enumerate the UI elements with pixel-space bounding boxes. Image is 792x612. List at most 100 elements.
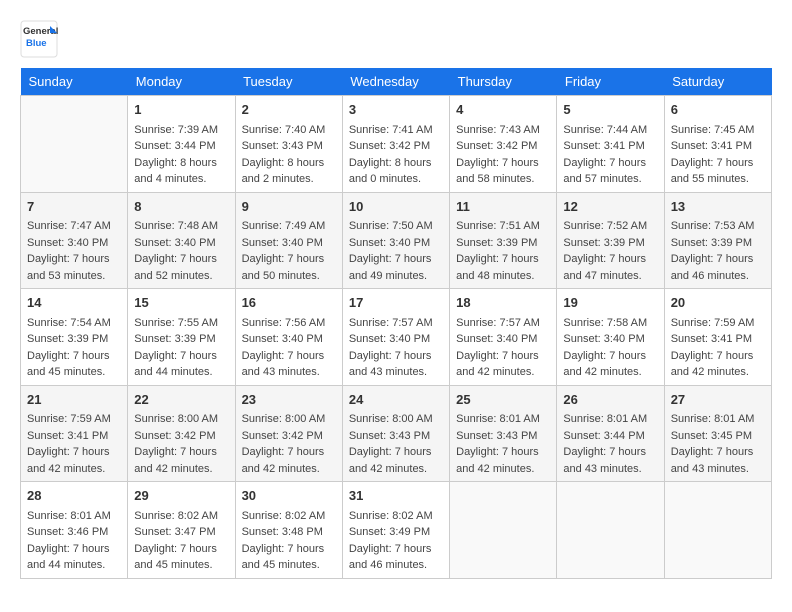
day-number: 10 <box>349 197 443 217</box>
sunrise-text: Sunrise: 7:56 AM <box>242 315 336 332</box>
sunset-text: Sunset: 3:41 PM <box>671 331 765 348</box>
daylight-text: Daylight: 7 hours and 48 minutes. <box>456 251 550 284</box>
day-number: 15 <box>134 293 228 313</box>
logo-icon: General Blue <box>20 20 58 58</box>
day-cell: 12Sunrise: 7:52 AMSunset: 3:39 PMDayligh… <box>557 192 664 289</box>
sunset-text: Sunset: 3:46 PM <box>27 524 121 541</box>
sunset-text: Sunset: 3:40 PM <box>134 235 228 252</box>
sunrise-text: Sunrise: 7:54 AM <box>27 315 121 332</box>
daylight-text: Daylight: 7 hours and 46 minutes. <box>671 251 765 284</box>
sunrise-text: Sunrise: 7:48 AM <box>134 218 228 235</box>
day-cell: 16Sunrise: 7:56 AMSunset: 3:40 PMDayligh… <box>235 289 342 386</box>
sunrise-text: Sunrise: 8:01 AM <box>456 411 550 428</box>
daylight-text: Daylight: 7 hours and 42 minutes. <box>134 444 228 477</box>
sunrise-text: Sunrise: 7:59 AM <box>671 315 765 332</box>
sunset-text: Sunset: 3:40 PM <box>563 331 657 348</box>
header-cell-sunday: Sunday <box>21 68 128 96</box>
daylight-text: Daylight: 7 hours and 46 minutes. <box>349 541 443 574</box>
day-cell <box>557 482 664 579</box>
day-cell: 25Sunrise: 8:01 AMSunset: 3:43 PMDayligh… <box>450 385 557 482</box>
day-cell: 4Sunrise: 7:43 AMSunset: 3:42 PMDaylight… <box>450 96 557 193</box>
sunset-text: Sunset: 3:40 PM <box>242 235 336 252</box>
header-cell-monday: Monday <box>128 68 235 96</box>
daylight-text: Daylight: 7 hours and 43 minutes. <box>563 444 657 477</box>
day-number: 2 <box>242 100 336 120</box>
day-number: 26 <box>563 390 657 410</box>
day-cell: 29Sunrise: 8:02 AMSunset: 3:47 PMDayligh… <box>128 482 235 579</box>
sunrise-text: Sunrise: 8:00 AM <box>134 411 228 428</box>
sunrise-text: Sunrise: 8:02 AM <box>349 508 443 525</box>
day-cell: 22Sunrise: 8:00 AMSunset: 3:42 PMDayligh… <box>128 385 235 482</box>
calendar-table: SundayMondayTuesdayWednesdayThursdayFrid… <box>20 68 772 579</box>
sunset-text: Sunset: 3:40 PM <box>27 235 121 252</box>
sunrise-text: Sunrise: 7:57 AM <box>456 315 550 332</box>
daylight-text: Daylight: 7 hours and 47 minutes. <box>563 251 657 284</box>
daylight-text: Daylight: 7 hours and 43 minutes. <box>349 348 443 381</box>
week-row-5: 28Sunrise: 8:01 AMSunset: 3:46 PMDayligh… <box>21 482 772 579</box>
week-row-1: 1Sunrise: 7:39 AMSunset: 3:44 PMDaylight… <box>21 96 772 193</box>
day-cell: 3Sunrise: 7:41 AMSunset: 3:42 PMDaylight… <box>342 96 449 193</box>
day-cell: 18 Sunrise: 7:57 AMSunset: 3:40 PMDayligh… <box>450 289 557 386</box>
day-cell: 11Sunrise: 7:51 AMSunset: 3:39 PMDayligh… <box>450 192 557 289</box>
sunset-text: Sunset: 3:43 PM <box>349 428 443 445</box>
header-cell-thursday: Thursday <box>450 68 557 96</box>
sunrise-text: Sunrise: 7:58 AM <box>563 315 657 332</box>
daylight-text: Daylight: 7 hours and 42 minutes. <box>456 444 550 477</box>
sunset-text: Sunset: 3:39 PM <box>563 235 657 252</box>
sunset-text: Sunset: 3:39 PM <box>27 331 121 348</box>
day-cell: 19Sunrise: 7:58 AMSunset: 3:40 PMDayligh… <box>557 289 664 386</box>
day-number: 1 <box>134 100 228 120</box>
sunrise-text: Sunrise: 7:40 AM <box>242 122 336 139</box>
sunrise-text: Sunrise: 8:01 AM <box>563 411 657 428</box>
day-cell: 7Sunrise: 7:47 AMSunset: 3:40 PMDaylight… <box>21 192 128 289</box>
day-number: 9 <box>242 197 336 217</box>
sunset-text: Sunset: 3:41 PM <box>563 138 657 155</box>
sunrise-text: Sunrise: 7:45 AM <box>671 122 765 139</box>
sunrise-text: Sunrise: 7:44 AM <box>563 122 657 139</box>
day-cell <box>450 482 557 579</box>
sunrise-text: Sunrise: 7:59 AM <box>27 411 121 428</box>
sunrise-text: Sunrise: 7:43 AM <box>456 122 550 139</box>
sunset-text: Sunset: 3:40 PM <box>349 235 443 252</box>
day-cell <box>664 482 771 579</box>
sunset-text: Sunset: 3:47 PM <box>134 524 228 541</box>
day-cell: 5Sunrise: 7:44 AMSunset: 3:41 PMDaylight… <box>557 96 664 193</box>
daylight-text: Daylight: 8 hours and 4 minutes. <box>134 155 228 188</box>
daylight-text: Daylight: 7 hours and 44 minutes. <box>27 541 121 574</box>
sunrise-text: Sunrise: 8:01 AM <box>671 411 765 428</box>
day-cell: 31Sunrise: 8:02 AMSunset: 3:49 PMDayligh… <box>342 482 449 579</box>
sunset-text: Sunset: 3:44 PM <box>563 428 657 445</box>
page-header: General Blue <box>20 20 772 58</box>
day-number: 21 <box>27 390 121 410</box>
sunrise-text: Sunrise: 7:41 AM <box>349 122 443 139</box>
day-number: 13 <box>671 197 765 217</box>
sunrise-text: Sunrise: 8:02 AM <box>134 508 228 525</box>
sunrise-text: Sunrise: 8:00 AM <box>349 411 443 428</box>
sunset-text: Sunset: 3:40 PM <box>456 331 550 348</box>
daylight-text: Daylight: 7 hours and 57 minutes. <box>563 155 657 188</box>
daylight-text: Daylight: 7 hours and 55 minutes. <box>671 155 765 188</box>
sunset-text: Sunset: 3:43 PM <box>456 428 550 445</box>
day-number: 27 <box>671 390 765 410</box>
day-number: 25 <box>456 390 550 410</box>
week-row-2: 7Sunrise: 7:47 AMSunset: 3:40 PMDaylight… <box>21 192 772 289</box>
day-cell: 17Sunrise: 7:57 AMSunset: 3:40 PMDayligh… <box>342 289 449 386</box>
sunset-text: Sunset: 3:42 PM <box>134 428 228 445</box>
daylight-text: Daylight: 7 hours and 42 minutes. <box>456 348 550 381</box>
sunset-text: Sunset: 3:39 PM <box>134 331 228 348</box>
header-row: SundayMondayTuesdayWednesdayThursdayFrid… <box>21 68 772 96</box>
day-cell: 30Sunrise: 8:02 AMSunset: 3:48 PMDayligh… <box>235 482 342 579</box>
daylight-text: Daylight: 7 hours and 42 minutes. <box>27 444 121 477</box>
day-number: 18 <box>456 293 550 313</box>
day-cell: 2Sunrise: 7:40 AMSunset: 3:43 PMDaylight… <box>235 96 342 193</box>
sunrise-text: Sunrise: 8:01 AM <box>27 508 121 525</box>
daylight-text: Daylight: 7 hours and 44 minutes. <box>134 348 228 381</box>
daylight-text: Daylight: 7 hours and 50 minutes. <box>242 251 336 284</box>
header-cell-friday: Friday <box>557 68 664 96</box>
daylight-text: Daylight: 7 hours and 45 minutes. <box>134 541 228 574</box>
sunset-text: Sunset: 3:40 PM <box>242 331 336 348</box>
day-number: 7 <box>27 197 121 217</box>
day-cell: 28Sunrise: 8:01 AMSunset: 3:46 PMDayligh… <box>21 482 128 579</box>
sunrise-text: Sunrise: 7:52 AM <box>563 218 657 235</box>
daylight-text: Daylight: 7 hours and 45 minutes. <box>27 348 121 381</box>
